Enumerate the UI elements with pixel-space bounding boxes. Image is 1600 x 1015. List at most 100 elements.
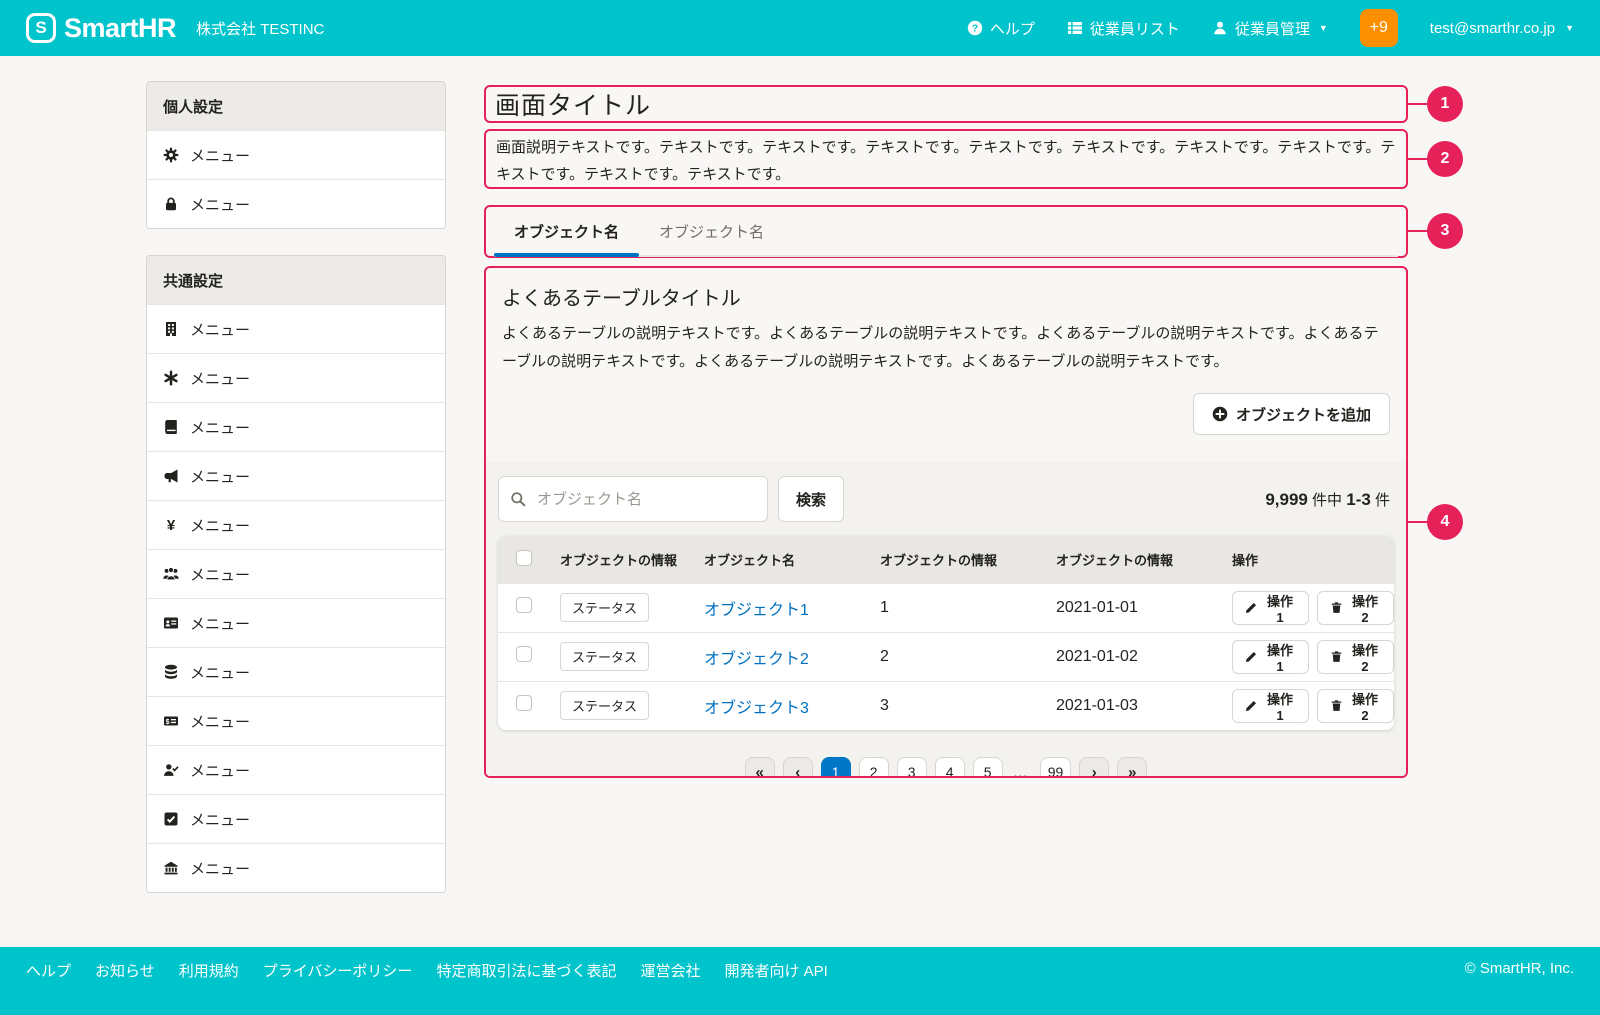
- pagination-nav-last-button[interactable]: »: [1117, 757, 1147, 778]
- table-title: よくあるテーブルタイトル: [502, 282, 1390, 311]
- sidebar-item-menu[interactable]: メニュー: [147, 794, 445, 843]
- action-delete-button[interactable]: 操作2: [1317, 591, 1394, 625]
- sidebar-item-label: メニュー: [190, 145, 250, 166]
- nav-help[interactable]: ?ヘルプ: [967, 18, 1035, 39]
- footer-link[interactable]: 利用規約: [179, 960, 239, 981]
- money-check-icon: $: [163, 713, 179, 729]
- footer-links: ヘルプ お知らせ 利用規約 プライバシーポリシー 特定商取引法に基づく表記 運営会社 開発者…: [26, 960, 828, 981]
- tab-object-1[interactable]: オブジェクト名: [494, 220, 639, 255]
- sidebar-section-title: 共通設定: [147, 256, 445, 304]
- search-button[interactable]: 検索: [778, 476, 844, 522]
- row-checkbox[interactable]: [516, 646, 532, 662]
- sidebar-item-menu[interactable]: ¥メニュー: [147, 500, 445, 549]
- search-row: 検索 9,999 件中 1-3 件: [498, 476, 1394, 522]
- svg-text:¥: ¥: [167, 517, 176, 533]
- sidebar-item-menu[interactable]: メニュー: [147, 745, 445, 794]
- pagination-page-5[interactable]: 5: [973, 757, 1003, 778]
- search-field-wrap: [498, 476, 768, 522]
- footer-link[interactable]: お知らせ: [95, 960, 155, 981]
- pagination-page-1[interactable]: 1: [821, 757, 851, 778]
- sidebar-item-menu[interactable]: メニュー: [147, 304, 445, 353]
- sidebar-item-label: メニュー: [190, 564, 250, 585]
- tab-object-2[interactable]: オブジェクト名: [639, 220, 784, 255]
- annotation-connector: [1408, 103, 1428, 105]
- select-all-checkbox[interactable]: [516, 550, 532, 566]
- sidebar-item-menu[interactable]: メニュー: [147, 598, 445, 647]
- svg-text:$: $: [166, 719, 170, 726]
- count-range: 1-3: [1346, 490, 1371, 509]
- nav-employee-admin[interactable]: 従業員管理▼: [1212, 18, 1328, 39]
- object-link[interactable]: オブジェクト2: [704, 651, 809, 668]
- building-icon: [163, 321, 179, 337]
- smarthr-logo[interactable]: S SmartHR: [26, 13, 176, 44]
- action-edit-button[interactable]: 操作1: [1232, 689, 1309, 723]
- trash-icon: [1330, 650, 1343, 663]
- sidebar-item-menu[interactable]: メニュー: [147, 130, 445, 179]
- account-menu[interactable]: test@smarthr.co.jp ▼: [1430, 20, 1574, 37]
- action-edit-button-label: 操作1: [1264, 640, 1296, 674]
- nav-employee-list[interactable]: 従業員リスト: [1067, 18, 1180, 39]
- sidebar-item-menu[interactable]: メニュー: [147, 451, 445, 500]
- pagination-ellipsis: …: [1011, 764, 1032, 779]
- sidebar-item-label: メニュー: [190, 809, 250, 830]
- footer-link[interactable]: 開発者向け API: [724, 960, 827, 981]
- table-section-header: よくあるテーブルタイトル よくあるテーブルの説明テキストです。よくあるテーブルの…: [486, 268, 1406, 461]
- row-checkbox[interactable]: [516, 597, 532, 613]
- sidebar-item-label: メニュー: [190, 662, 250, 683]
- notification-badge[interactable]: +9: [1360, 9, 1398, 47]
- asterisk-icon: [163, 370, 179, 386]
- pagination-page-3[interactable]: 3: [897, 757, 927, 778]
- select-all-cell: [498, 536, 550, 583]
- pagination-page-99[interactable]: 99: [1040, 757, 1072, 778]
- pagination-nav-next-button[interactable]: ›: [1079, 757, 1109, 778]
- table-panel: 検索 9,999 件中 1-3 件 オブジェクトの情報オブジェクト名オブジェクト…: [486, 461, 1406, 778]
- sidebar-item-label: メニュー: [190, 466, 250, 487]
- footer-link[interactable]: 特定商取引法に基づく表記: [436, 960, 616, 981]
- object-info-cell: 2: [870, 632, 1046, 681]
- sidebar-section-2: 共通設定メニューメニューメニューメニュー¥メニューメニューメニューメニュー$メニ…: [146, 255, 446, 893]
- action-edit-button[interactable]: 操作1: [1232, 591, 1309, 625]
- add-button-row: オブジェクトを追加: [502, 393, 1390, 461]
- pagination: « ‹ 12345 … 99 › »: [498, 757, 1394, 778]
- table-header-row: オブジェクトの情報オブジェクト名オブジェクトの情報オブジェクトの情報操作: [498, 536, 1394, 583]
- column-header: オブジェクト名: [694, 536, 870, 583]
- chevron-down-icon: ▼: [1319, 23, 1328, 33]
- users-icon: [163, 566, 179, 582]
- annotation-marker-3: 3: [1427, 213, 1463, 249]
- sidebar-item-label: メニュー: [190, 613, 250, 634]
- pagination-nav-first-button[interactable]: «: [745, 757, 775, 778]
- footer-link[interactable]: 運営会社: [640, 960, 700, 981]
- user-icon: [1212, 20, 1228, 36]
- sidebar-item-menu[interactable]: メニュー: [147, 647, 445, 696]
- row-checkbox[interactable]: [516, 695, 532, 711]
- search-input[interactable]: [498, 476, 768, 522]
- sidebar-item-label: メニュー: [190, 760, 250, 781]
- action-delete-button[interactable]: 操作2: [1317, 640, 1394, 674]
- add-object-button[interactable]: オブジェクトを追加: [1193, 393, 1390, 435]
- object-link[interactable]: オブジェクト3: [704, 700, 809, 717]
- column-header: 操作: [1222, 536, 1394, 583]
- sidebar-section-title: 個人設定: [147, 82, 445, 130]
- sidebar-item-menu[interactable]: メニュー: [147, 843, 445, 892]
- sidebar-item-menu[interactable]: メニュー: [147, 402, 445, 451]
- id-card-icon: [163, 615, 179, 631]
- count-unit-end: 件: [1375, 492, 1390, 509]
- object-date-cell: 2021-01-02: [1046, 632, 1222, 681]
- pagination-page-4[interactable]: 4: [935, 757, 965, 778]
- action-delete-button[interactable]: 操作2: [1317, 689, 1394, 723]
- sidebar-item-menu[interactable]: $メニュー: [147, 696, 445, 745]
- user-check-icon: [163, 762, 179, 778]
- result-count: 9,999 件中 1-3 件: [1265, 489, 1394, 510]
- svg-text:?: ?: [972, 23, 978, 35]
- sidebar-item-menu[interactable]: メニュー: [147, 179, 445, 228]
- annotation-connector: [1408, 158, 1428, 160]
- sidebar-item-menu[interactable]: メニュー: [147, 549, 445, 598]
- action-edit-button[interactable]: 操作1: [1232, 640, 1309, 674]
- column-header: オブジェクトの情報: [550, 536, 694, 583]
- footer-link[interactable]: プライバシーポリシー: [263, 960, 413, 981]
- footer-link[interactable]: ヘルプ: [26, 960, 71, 981]
- pagination-page-2[interactable]: 2: [859, 757, 889, 778]
- sidebar-item-menu[interactable]: メニュー: [147, 353, 445, 402]
- object-link[interactable]: オブジェクト1: [704, 602, 809, 619]
- pagination-nav-prev-button[interactable]: ‹: [783, 757, 813, 778]
